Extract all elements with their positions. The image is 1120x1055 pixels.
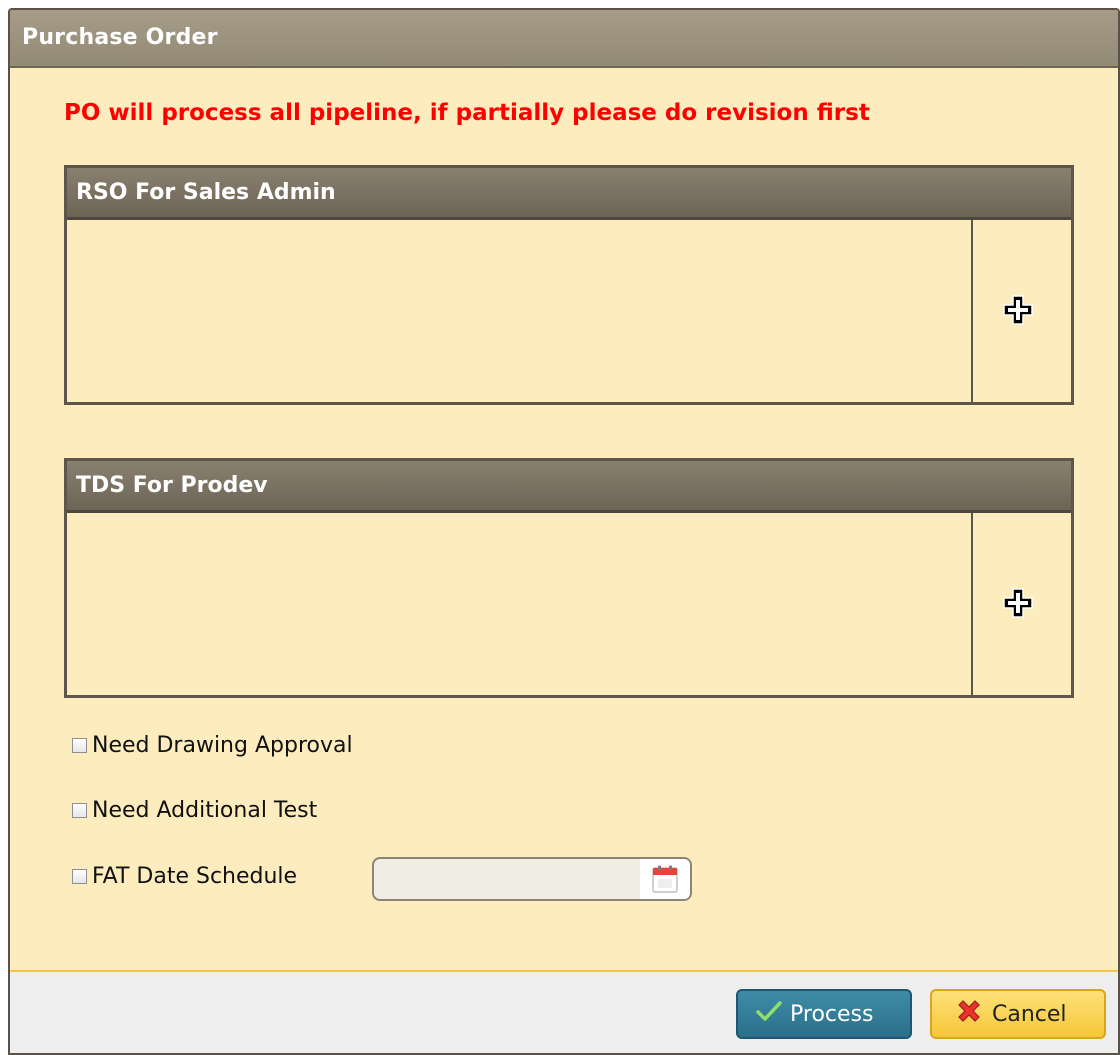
fat-date-option: FAT Date Schedule xyxy=(72,861,297,891)
drawing-approval-label[interactable]: Need Drawing Approval xyxy=(92,733,353,758)
calendar-icon xyxy=(652,865,678,893)
fat-date-label[interactable]: FAT Date Schedule xyxy=(92,864,297,889)
rso-panel-divider xyxy=(971,220,973,402)
process-button[interactable]: Process xyxy=(736,989,912,1039)
checkmark-icon xyxy=(756,1000,782,1028)
tds-add-button[interactable] xyxy=(1001,586,1035,620)
tds-panel-title: TDS For Prodev xyxy=(76,473,268,498)
drawing-approval-checkbox[interactable] xyxy=(72,737,87,753)
dialog-footer: Process Cancel xyxy=(10,970,1118,1053)
warning-message: PO will process all pipeline, if partial… xyxy=(64,100,870,126)
dialog-titlebar[interactable]: Purchase Order xyxy=(10,10,1118,68)
additional-test-checkbox[interactable] xyxy=(72,802,87,818)
plus-circle-icon xyxy=(1003,588,1033,618)
additional-test-option: Need Additional Test xyxy=(72,795,317,825)
rso-add-button[interactable] xyxy=(1001,293,1035,327)
x-icon xyxy=(954,996,984,1032)
calendar-button[interactable] xyxy=(640,859,690,899)
rso-panel-header: RSO For Sales Admin xyxy=(67,168,1071,220)
additional-test-label[interactable]: Need Additional Test xyxy=(92,798,317,823)
tds-panel-body xyxy=(67,513,1071,695)
rso-panel-body xyxy=(67,220,1071,402)
plus-circle-icon xyxy=(1003,295,1033,325)
rso-panel: RSO For Sales Admin xyxy=(64,165,1074,405)
cancel-button[interactable]: Cancel xyxy=(930,989,1106,1039)
purchase-order-dialog: Purchase Order PO will process all pipel… xyxy=(8,8,1120,1055)
tds-panel-divider xyxy=(971,513,973,695)
tds-panel: TDS For Prodev xyxy=(64,458,1074,698)
rso-panel-title: RSO For Sales Admin xyxy=(76,180,336,205)
process-button-label: Process xyxy=(790,1001,874,1027)
fat-date-field[interactable] xyxy=(374,859,638,899)
fat-date-checkbox[interactable] xyxy=(72,868,87,884)
dialog-title: Purchase Order xyxy=(22,25,218,50)
cancel-button-label: Cancel xyxy=(992,1001,1067,1027)
fat-date-input xyxy=(372,857,692,901)
tds-panel-header: TDS For Prodev xyxy=(67,461,1071,513)
drawing-approval-option: Need Drawing Approval xyxy=(72,730,353,760)
